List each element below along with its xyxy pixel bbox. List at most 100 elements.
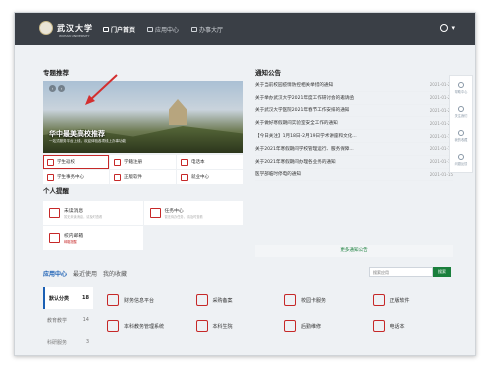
- nav-app-center[interactable]: 应用中心: [147, 25, 179, 34]
- more-notices-button[interactable]: 更多通知公告: [255, 245, 453, 257]
- tile-phonebook[interactable]: 电话本: [177, 155, 243, 169]
- reminder-title: 个人提醒: [43, 187, 69, 195]
- nav-service-hall[interactable]: 办事大厅: [191, 25, 223, 34]
- app-procurement[interactable]: 采购备案: [188, 287, 277, 313]
- app-search-button[interactable]: 搜索: [433, 267, 451, 277]
- phonebook-icon: [181, 158, 188, 166]
- notice-text: 关于做好寒假期间实验室安全工作的通知: [255, 121, 338, 127]
- rail-follow[interactable]: 关注我们: [450, 100, 472, 124]
- rail-favorites[interactable]: 我的收藏: [450, 124, 472, 148]
- category-research[interactable]: 科研服务 3: [43, 331, 93, 353]
- browser-frame: 武汉大学 WUHAN UNIVERSITY 门户首页 应用中心 办事大厅 ▾ 专…: [14, 12, 476, 356]
- app-search-input[interactable]: [369, 267, 433, 277]
- career-icon: [181, 173, 188, 181]
- university-seal-icon: [39, 21, 53, 35]
- app-maintenance[interactable]: 后勤维修: [276, 313, 365, 339]
- logo[interactable]: 武汉大学 WUHAN UNIVERSITY: [39, 21, 93, 38]
- user-menu[interactable]: ▾: [440, 24, 455, 32]
- tile-label: 学籍注册: [124, 160, 142, 165]
- tile-student-return[interactable]: 学生返校: [43, 155, 109, 169]
- chevron-down-icon: ▾: [451, 24, 455, 32]
- reminder-item-title: 任务中心: [164, 209, 184, 214]
- notice-title: 通知公告: [255, 69, 281, 77]
- category-default[interactable]: 默认分类 18: [43, 287, 93, 309]
- nav-app-center-label: 应用中心: [155, 27, 180, 34]
- app-label: 电话本: [389, 323, 405, 330]
- category-count: 14: [82, 317, 89, 323]
- app-undergrad-school[interactable]: 本科生院: [188, 313, 277, 339]
- app-licensed-software[interactable]: 正版软件: [365, 287, 454, 313]
- student-icon: [47, 158, 54, 166]
- notice-text: 关于当前校园疫情防控相关举措的通知: [255, 82, 334, 88]
- tile-label: 学生事务中心: [57, 175, 84, 180]
- notice-row[interactable]: 关于举办武汉大学2021年度工作研讨会的邀请函 2021-01-21: [255, 92, 453, 105]
- right-rail: 帮助中心 关注我们 我的收藏 问题反馈: [449, 75, 473, 173]
- notice-text: 医学部临时停电的通知: [255, 172, 301, 178]
- grid-icon: [458, 106, 464, 112]
- notice-row[interactable]: 关于武汉大学医院2021年春节工作安排的通知 2021-01-20: [255, 105, 453, 118]
- reminder-item-sub: 邮箱提醒: [64, 240, 77, 244]
- home-icon: [103, 27, 109, 32]
- notice-text: 关于2021年寒假期间办理各业务的通知: [255, 159, 336, 165]
- unread-messages[interactable]: 未读消息 暂无未读消息，请及时查看: [43, 201, 143, 225]
- prev-arrow-icon[interactable]: ‹: [49, 85, 56, 92]
- top-bar: 武汉大学 WUHAN UNIVERSITY 门户首页 应用中心 办事大厅 ▾: [15, 13, 475, 45]
- app-center: 应用中心 最近使用 我的收藏 搜索 默认分类 18 教育教学 14 科研服务: [43, 267, 454, 355]
- rail-help[interactable]: 帮助中心: [450, 76, 472, 100]
- finance-icon: [107, 294, 119, 306]
- notice-list: 关于当前校园疫情防控相关举措的通知 2021-01-21 关于举办武汉大学2021年…: [255, 79, 453, 182]
- notice-row[interactable]: 【今日关注】1月18日-2月19日学术讲座和文化... 2021-01-18: [255, 130, 453, 143]
- notice-row[interactable]: 关于当前校园疫情防控相关举措的通知 2021-01-21: [255, 79, 453, 92]
- notice-text: 关于举办武汉大学2021年度工作研讨会的邀请函: [255, 95, 354, 101]
- notice-row[interactable]: 关于2021年寒假期间学校管理运行、服务保障... 2021-01-18: [255, 143, 453, 156]
- affairs-icon: [47, 173, 54, 181]
- hall-icon: [191, 27, 198, 32]
- main-nav: 门户首页 应用中心 办事大厅: [103, 25, 223, 34]
- app-finance[interactable]: 财务信息平台: [99, 287, 188, 313]
- tab-favorites[interactable]: 我的收藏: [103, 269, 127, 278]
- tile-label: 学生返校: [57, 160, 75, 165]
- category-teaching[interactable]: 教育教学 14: [43, 309, 93, 331]
- category-count: 3: [85, 339, 89, 345]
- featured-banner[interactable]: ‹ › 华中最美高校推荐 一站式服务平台上线，欢迎体验各项线上办事功能: [43, 81, 243, 153]
- tile-career-center[interactable]: 就业中心: [177, 170, 243, 184]
- category-label: 科研服务: [47, 339, 68, 346]
- wrench-icon: [284, 320, 296, 332]
- main-content: 专题推荐 ‹ › 华中最美高校推荐 一站式服务平台上线，欢迎体验各项线上办事功能…: [43, 57, 454, 355]
- star-icon: [458, 130, 464, 136]
- rail-label: 问题反馈: [454, 162, 468, 166]
- notice-row[interactable]: 医学部临时停电的通知 2021-01-15: [255, 169, 453, 182]
- featured-header: 专题推荐: [43, 57, 243, 81]
- campus-mail[interactable]: 校内邮箱 邮箱提醒: [43, 226, 143, 250]
- reminder-item-sub: 暂无待办任务，请及时查看: [164, 215, 203, 219]
- app-label: 校园卡服务: [301, 297, 327, 304]
- notice-row[interactable]: 关于2021年寒假期间办理各业务的通知 2021-01-15: [255, 156, 453, 169]
- notice-row[interactable]: 关于做好寒假期间实验室安全工作的通知 2021-01-20: [255, 117, 453, 131]
- notice-text: 【今日关注】1月18日-2月19日学术讲座和文化...: [255, 134, 357, 140]
- mail-icon: [49, 233, 60, 243]
- app-campus-card[interactable]: 校园卡服务: [276, 287, 365, 313]
- tile-label: 就业中心: [191, 175, 209, 180]
- task-center[interactable]: 任务中心 暂无待办任务，请及时查看: [143, 201, 243, 225]
- notice-panel: 通知公告 关于当前校园疫情防控相关举措的通知 2021-01-21 关于举办武汉大学…: [255, 57, 453, 257]
- personal-reminders: 个人提醒 未读消息 暂无未读消息，请及时查看 任务中心 暂无待办任务，请及时查看: [43, 185, 243, 259]
- app-categories: 默认分类 18 教育教学 14 科研服务 3: [43, 287, 93, 353]
- rail-label: 帮助中心: [454, 90, 468, 94]
- tile-enrollment[interactable]: 学籍注册: [110, 155, 176, 169]
- tab-app-center[interactable]: 应用中心: [43, 269, 67, 278]
- app-academic-affairs[interactable]: 本科教务管理系统: [99, 313, 188, 339]
- category-label: 默认分类: [49, 295, 70, 302]
- tile-licensed-software[interactable]: 正版软件: [110, 170, 176, 184]
- tab-recent[interactable]: 最近使用: [73, 269, 97, 278]
- app-phonebook[interactable]: 电话本: [365, 313, 454, 339]
- academic-icon: [107, 320, 119, 332]
- nav-home[interactable]: 门户首页: [103, 25, 135, 34]
- reminder-item-sub: 暂无未读消息，请及时查看: [64, 215, 103, 219]
- rail-feedback[interactable]: 问题反馈: [450, 148, 472, 172]
- app-label: 采购备案: [212, 297, 233, 304]
- tile-student-affairs[interactable]: 学生事务中心: [43, 170, 109, 184]
- next-arrow-icon[interactable]: ›: [58, 85, 65, 92]
- banner-arrows: ‹ ›: [49, 85, 65, 92]
- nav-service-hall-label: 办事大厅: [199, 27, 224, 34]
- notice-text: 关于2021年寒假期间学校管理运行、服务保障...: [255, 146, 354, 152]
